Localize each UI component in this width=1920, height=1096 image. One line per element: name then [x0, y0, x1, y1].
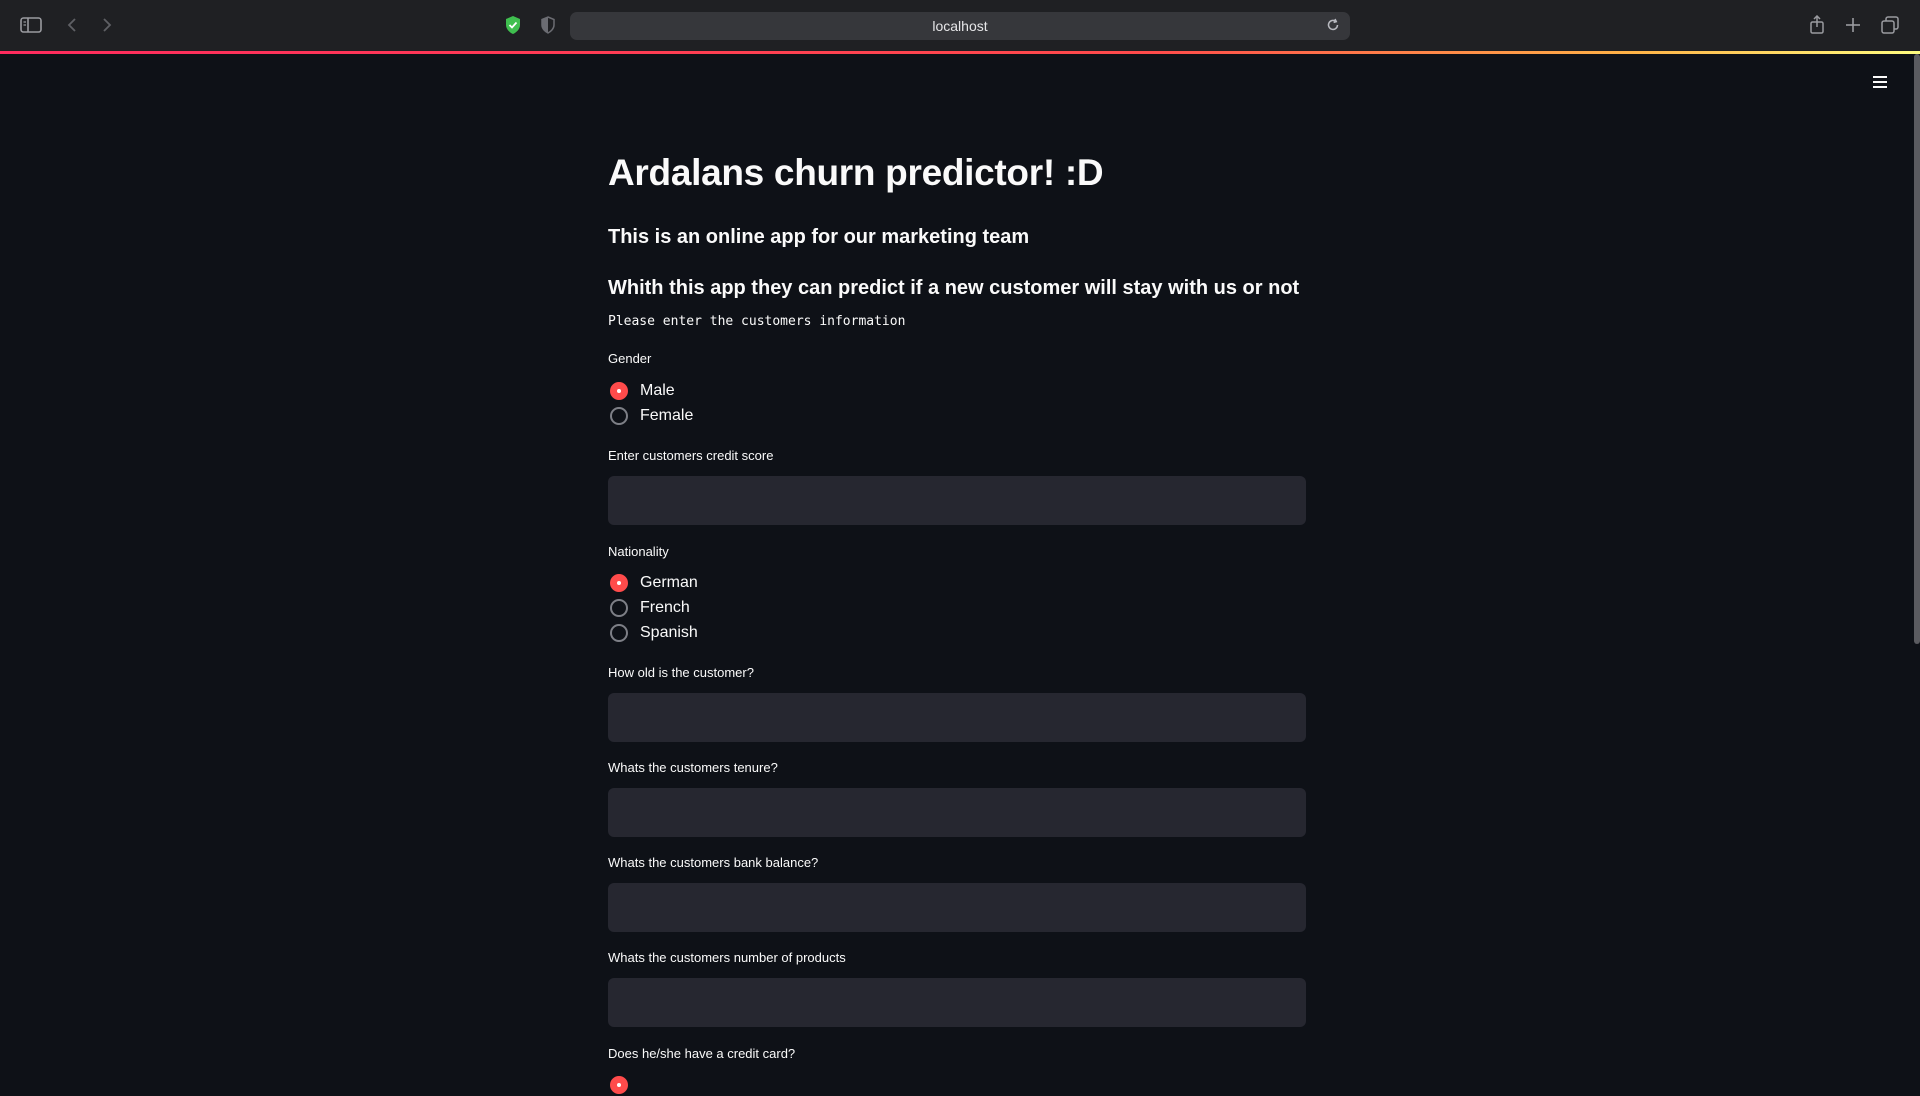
hamburger-menu-icon[interactable]	[1868, 70, 1892, 94]
tab-overview-icon[interactable]	[1876, 12, 1904, 38]
credit-score-input[interactable]	[608, 476, 1306, 525]
credit-card-option-selected[interactable]	[608, 1074, 640, 1096]
radio-selected-icon	[610, 574, 628, 592]
credit-score-label: Enter customers credit score	[608, 448, 774, 463]
share-icon[interactable]	[1803, 12, 1831, 38]
page-scrollbar[interactable]	[1914, 54, 1920, 644]
sidebar-toggle-icon[interactable]	[17, 12, 45, 38]
page-subtitle-2: Whith this app they can predict if a new…	[608, 277, 1300, 299]
tenure-input[interactable]	[608, 788, 1306, 837]
url-text: localhost	[932, 18, 988, 34]
radio-option-label: German	[640, 574, 698, 591]
gender-option-female[interactable]: Female	[608, 405, 693, 427]
radio-option-label: Spanish	[640, 624, 698, 641]
age-input[interactable]	[608, 693, 1306, 742]
radio-option-label: Female	[640, 407, 694, 424]
tenure-label: Whats the customers tenure?	[608, 760, 778, 775]
radio-option-label: French	[640, 599, 690, 616]
page-subtitle-1: This is an online app for our marketing …	[608, 226, 1030, 248]
products-input[interactable]	[608, 978, 1306, 1027]
privacy-shield-icon[interactable]	[534, 12, 562, 38]
gender-label: Gender	[608, 351, 652, 366]
address-bar[interactable]: localhost	[570, 12, 1350, 40]
shield-check-icon[interactable]	[499, 12, 527, 38]
new-tab-icon[interactable]	[1839, 12, 1867, 38]
credit-card-label: Does he/she have a credit card?	[608, 1046, 796, 1061]
radio-option-label: Male	[640, 382, 675, 399]
balance-input[interactable]	[608, 883, 1306, 932]
browser-toolbar: localhost	[0, 0, 1920, 52]
nationality-option-french[interactable]: French	[608, 597, 690, 619]
balance-label: Whats the customers bank balance?	[608, 855, 819, 870]
radio-selected-icon	[610, 382, 628, 400]
back-arrow-icon[interactable]	[58, 12, 86, 38]
nationality-label: Nationality	[608, 544, 669, 559]
radio-unselected-icon	[610, 599, 628, 617]
instruction-text: Please enter the customers information	[608, 314, 906, 329]
nationality-option-spanish[interactable]: Spanish	[608, 622, 698, 644]
page-title: Ardalans churn predictor! :D	[608, 152, 1104, 193]
forward-arrow-icon[interactable]	[93, 12, 121, 38]
radio-unselected-icon	[610, 624, 628, 642]
radio-unselected-icon	[610, 407, 628, 425]
age-label: How old is the customer?	[608, 665, 754, 680]
app-container: Ardalans churn predictor! :D This is an …	[0, 54, 1920, 1094]
radio-selected-icon	[610, 1076, 628, 1094]
products-label: Whats the customers number of products	[608, 950, 846, 965]
gender-option-male[interactable]: Male	[608, 380, 675, 402]
nationality-option-german[interactable]: German	[608, 572, 698, 594]
reload-icon[interactable]	[1326, 18, 1340, 35]
